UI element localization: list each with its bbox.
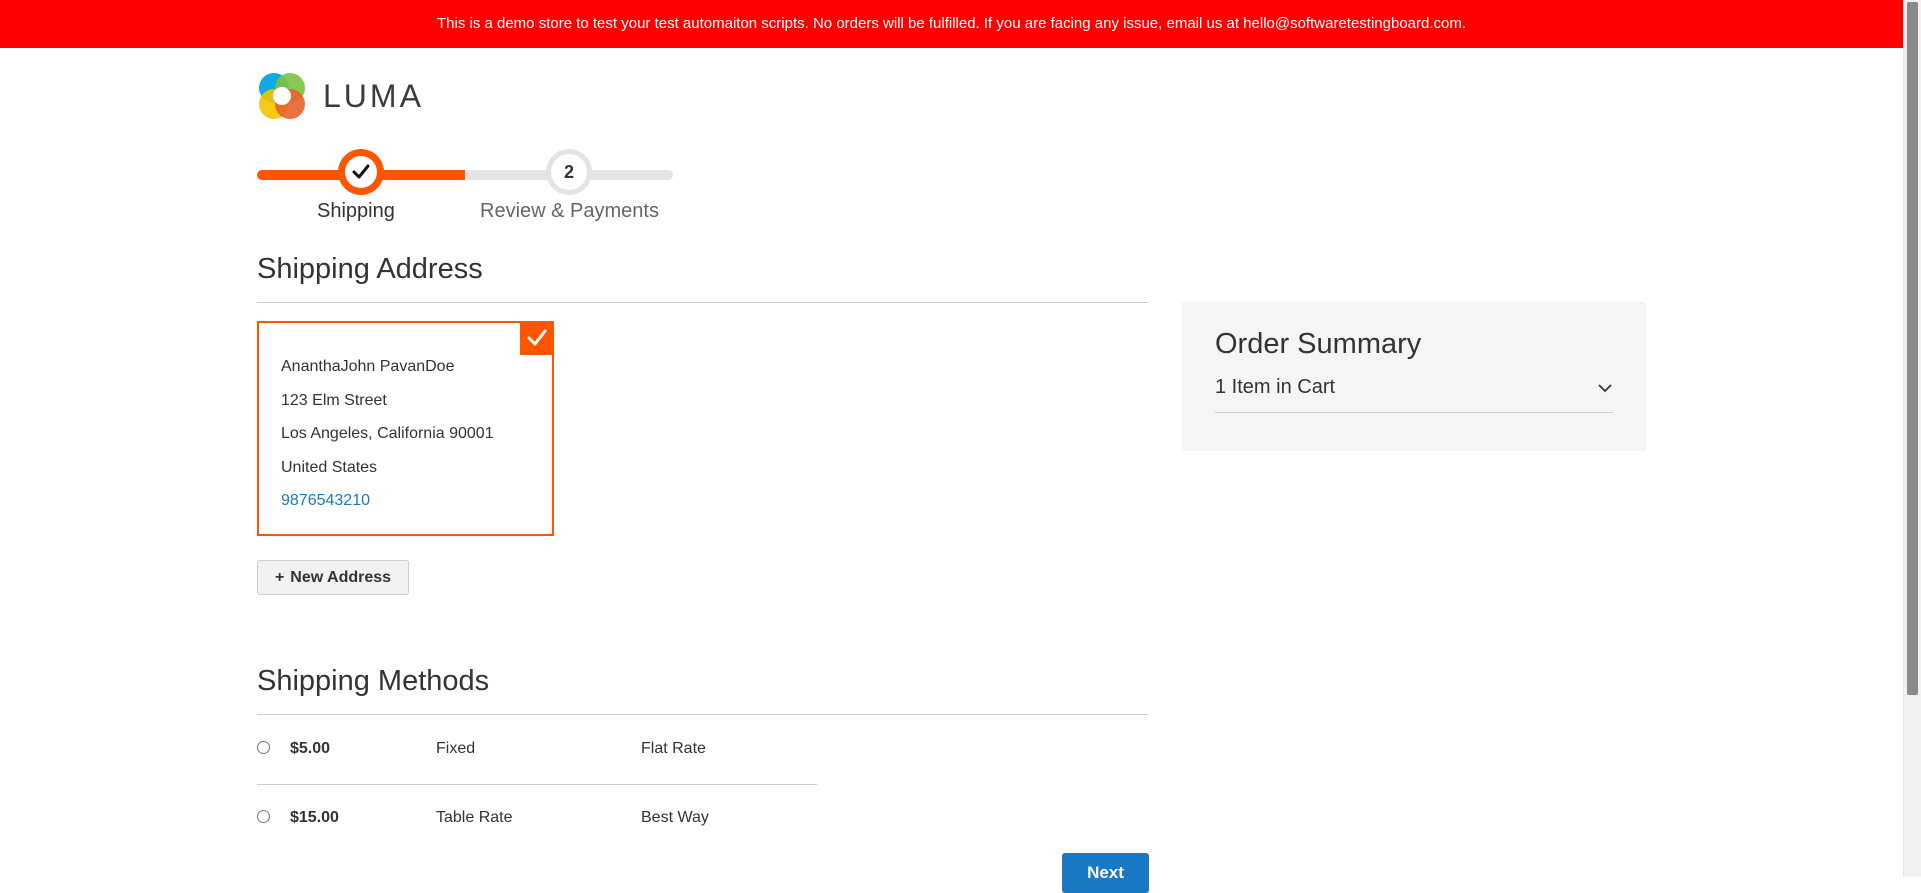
selected-address-badge [520,321,554,355]
cart-items-toggle[interactable]: 1 Item in Cart [1215,376,1613,413]
shipping-address-title: Shipping Address [257,253,483,285]
new-address-button[interactable]: + New Address [257,560,409,595]
address-country: United States [281,458,378,476]
divider [257,714,1148,715]
shipping-method-radio[interactable] [257,741,270,754]
luma-logo-icon [257,71,307,121]
shipping-method-price: $5.00 [290,740,331,757]
shipping-method-price: $15.00 [290,809,339,826]
demo-store-banner: This is a demo store to test your test a… [0,0,1903,48]
chevron-down-icon [1598,383,1612,392]
method-row-divider [257,784,817,785]
step-number: 2 [551,154,587,190]
cart-items-count: 1 Item in Cart [1215,376,1336,398]
luma-logo[interactable]: LUMA [257,71,424,121]
shipping-method-name: Table Rate [436,809,513,826]
scrollbar-thumb[interactable] [1907,2,1918,695]
checkmark-icon [527,329,547,346]
order-summary-panel: Order Summary 1 Item in Cart [1182,302,1646,451]
page-scrollbar[interactable] [1903,0,1921,877]
order-summary-title: Order Summary [1215,328,1422,360]
shipping-methods-title: Shipping Methods [257,665,490,697]
address-street: 123 Elm Street [281,391,387,409]
plus-icon: + [274,568,285,586]
address-phone-link[interactable]: 9876543210 [281,484,530,518]
shipping-method-row-flat-rate[interactable]: $5.00 Fixed Flat Rate [257,730,817,770]
step-shipping-label[interactable]: Shipping [317,200,395,223]
shipping-carrier-name: Best Way [641,809,709,826]
step-review-label: Review & Payments [480,200,659,222]
demo-store-banner-text: This is a demo store to test your test a… [436,15,1467,32]
shipping-method-row-best-way[interactable]: $15.00 Table Rate Best Way [257,799,817,839]
next-button[interactable]: Next [1062,853,1149,893]
new-address-label: New Address [290,568,392,586]
shipping-method-name: Fixed [436,740,476,757]
logo-text: LUMA [323,77,424,114]
step-shipping-indicator [338,149,384,195]
address-name: AnanthaJohn PavanDoe [281,358,455,375]
address-city: Los Angeles, California 90001 [281,425,494,442]
divider [257,302,1148,303]
selected-address-card[interactable]: AnanthaJohn PavanDoe 123 Elm Street Los … [257,321,554,536]
checkmark-icon [352,164,370,179]
shipping-carrier-name: Flat Rate [641,740,706,757]
checkout-progress-bar: 2 Shipping Review & Payments [257,146,673,226]
step-review-indicator: 2 [546,149,592,195]
shipping-method-radio[interactable] [257,810,270,823]
